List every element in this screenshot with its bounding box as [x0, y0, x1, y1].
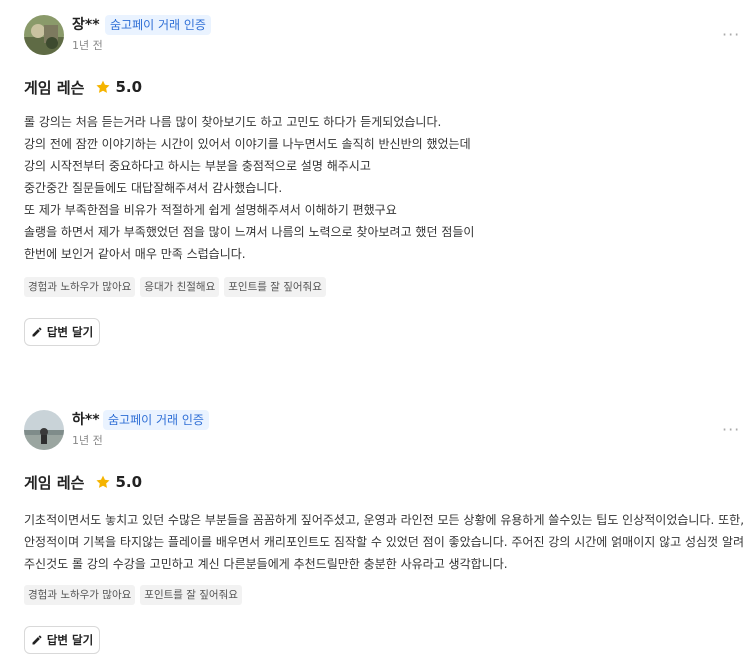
star-icon	[96, 80, 110, 93]
review-tags: 경험과 노하우가 많아요 포인트를 잘 짚어줘요	[24, 585, 242, 605]
tag-chip: 포인트를 잘 짚어줘요	[224, 277, 326, 297]
review-title-row: 게임 레슨 5.0	[24, 471, 142, 493]
avatar-photo-icon	[24, 15, 64, 55]
payment-verified-badge: 숨고페이 거래 인증	[103, 410, 209, 430]
tag-chip: 응대가 친절해요	[140, 277, 220, 297]
reply-button-label: 답변 달기	[46, 325, 94, 339]
review-line: 또 제가 부족한점을 비유가 적절하게 쉽게 설명해주셔서 이해하기 편했구요	[24, 203, 397, 217]
review-card: 장** 숨고페이 거래 인증 1년 전 ··· 게임 레슨 5.0 롤 강의는 …	[0, 0, 750, 380]
avatar[interactable]	[24, 15, 64, 55]
review-tags: 경험과 노하우가 많아요 응대가 친절해요 포인트를 잘 짚어줘요	[24, 277, 326, 297]
payment-verified-badge: 숨고페이 거래 인증	[105, 15, 211, 35]
rating-score: 5.0	[115, 78, 143, 96]
pencil-icon	[32, 635, 42, 645]
review-body: 롤 강의는 처음 듣는거라 나름 많이 찾아보기도 하고 고민도 하다가 듣게되…	[24, 111, 746, 265]
rating-score: 5.0	[115, 473, 143, 491]
review-line: 한번에 보인거 같아서 매우 만족 스럽습니다.	[24, 247, 246, 261]
reply-button-label: 답변 달기	[46, 633, 94, 647]
reply-button[interactable]: 답변 달기	[24, 318, 100, 346]
review-title: 게임 레슨	[24, 78, 85, 97]
reviewer-name: 하**	[72, 412, 100, 428]
tag-chip: 경험과 노하우가 많아요	[24, 585, 136, 605]
review-line: 솔랭을 하면서 제가 부족했었던 점을 많이 느껴서 나름의 노력으로 찾아보려…	[24, 225, 475, 239]
review-title: 게임 레슨	[24, 473, 85, 492]
reply-button[interactable]: 답변 달기	[24, 626, 100, 654]
avatar-photo-icon	[24, 410, 64, 450]
more-options-icon[interactable]: ···	[722, 422, 740, 438]
tag-chip: 포인트를 잘 짚어줘요	[140, 585, 242, 605]
pencil-icon	[32, 327, 42, 337]
review-time: 1년 전	[72, 39, 103, 52]
review-line: 강의 시작전부터 중요하다고 하시는 부분을 충점적으로 설명 해주시고	[24, 159, 371, 173]
star-icon	[96, 475, 110, 488]
avatar[interactable]	[24, 410, 64, 450]
tag-chip: 경험과 노하우가 많아요	[24, 277, 136, 297]
review-time: 1년 전	[72, 434, 103, 447]
reviewer-name: 장**	[72, 17, 100, 33]
review-body: 기초적이면서도 놓치고 있던 수많은 부분들을 꼼꼼하게 짚어주셨고, 운영과 …	[24, 509, 746, 575]
more-options-icon[interactable]: ···	[722, 27, 740, 43]
review-card: 하** 숨고페이 거래 인증 1년 전 ··· 게임 레슨 5.0 기초적이면서…	[0, 380, 750, 665]
review-line: 롤 강의는 처음 듣는거라 나름 많이 찾아보기도 하고 고민도 하다가 듣게되…	[24, 115, 442, 129]
review-title-row: 게임 레슨 5.0	[24, 76, 142, 98]
review-line: 강의 전에 잠깐 이야기하는 시간이 있어서 이야기를 나누면서도 솔직히 반신…	[24, 137, 471, 151]
review-line: 중간중간 질문들에도 대답잘해주셔서 감사했습니다.	[24, 181, 283, 195]
review-paragraph: 기초적이면서도 놓치고 있던 수많은 부분들을 꼼꼼하게 짚어주셨고, 운영과 …	[24, 513, 745, 571]
